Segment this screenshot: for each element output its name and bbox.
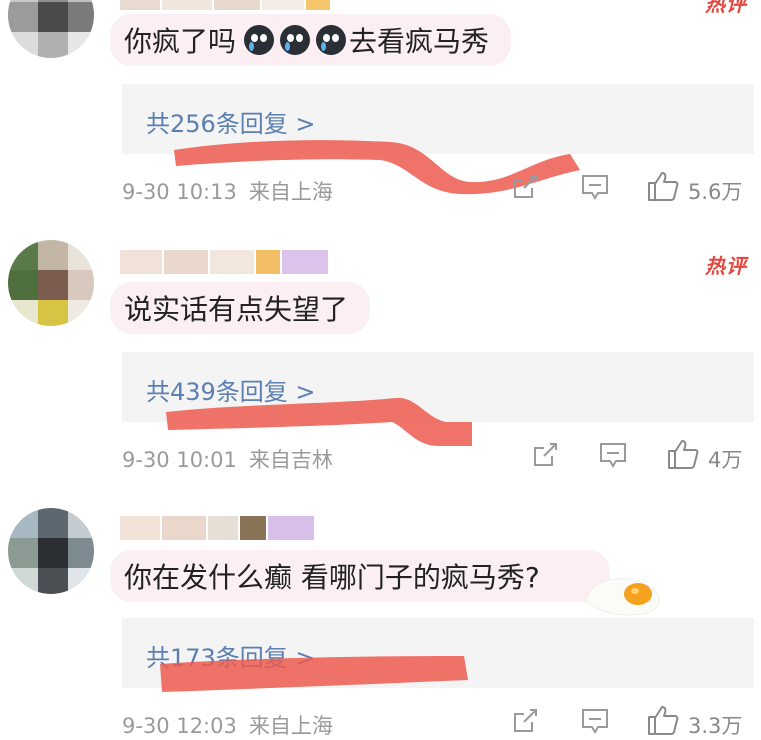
avatar[interactable] [8,240,94,326]
comment-icon[interactable] [580,706,610,736]
hot-comment-badge: 热评 [705,254,747,278]
comment-icon[interactable] [580,172,610,202]
avatar[interactable] [8,0,94,58]
comment-meta: 9-30 10:01 来自吉林 [122,444,333,474]
comment-date: 9-30 12:03 [122,714,237,738]
crying-face-icon [244,25,275,55]
like-count: 4万 [708,448,743,472]
like-count: 5.6万 [688,180,743,204]
share-icon[interactable] [510,172,540,202]
comment-location: 来自吉林 [248,448,333,472]
hot-comment-badge: 热评 [705,0,747,16]
comment-meta: 9-30 10:13 来自上海 [122,176,333,206]
redaction-scribble [160,656,468,692]
username-blurred[interactable] [120,516,314,540]
share-icon[interactable] [530,440,560,470]
fried-egg-icon [585,578,660,616]
share-icon[interactable] [510,706,540,736]
avatar[interactable] [8,508,94,594]
crying-face-icon [316,25,347,55]
comment-text-bubble: 你在发什么癫 看哪门子的疯马秀? [110,550,610,602]
like-icon[interactable] [646,170,680,202]
like-icon[interactable] [646,704,680,736]
comment-text-bubble: 说实话有点失望了 [110,282,371,334]
comment-date: 9-30 10:01 [122,448,237,472]
like-icon[interactable] [666,438,700,470]
comment-location: 来自上海 [248,714,333,738]
comment-location: 来自上海 [248,180,333,204]
username-blurred[interactable] [120,0,330,10]
comment-text: 你在发什么癫 看哪门子的疯马秀? [124,561,540,594]
like-count: 3.3万 [688,714,743,738]
comment-date: 9-30 10:13 [122,180,237,204]
username-blurred[interactable] [120,250,328,274]
comment-text-continued: 去看疯马秀 [349,25,490,58]
comment-text: 说实话有点失望了 [124,293,349,326]
crying-face-icon [280,25,311,55]
comment-icon[interactable] [598,440,628,470]
comment-text: 你疯了吗 [124,25,237,58]
comment-text-bubble: 你疯了吗 去看疯马秀 [110,14,512,66]
comment-meta: 9-30 12:03 来自上海 [122,710,333,740]
